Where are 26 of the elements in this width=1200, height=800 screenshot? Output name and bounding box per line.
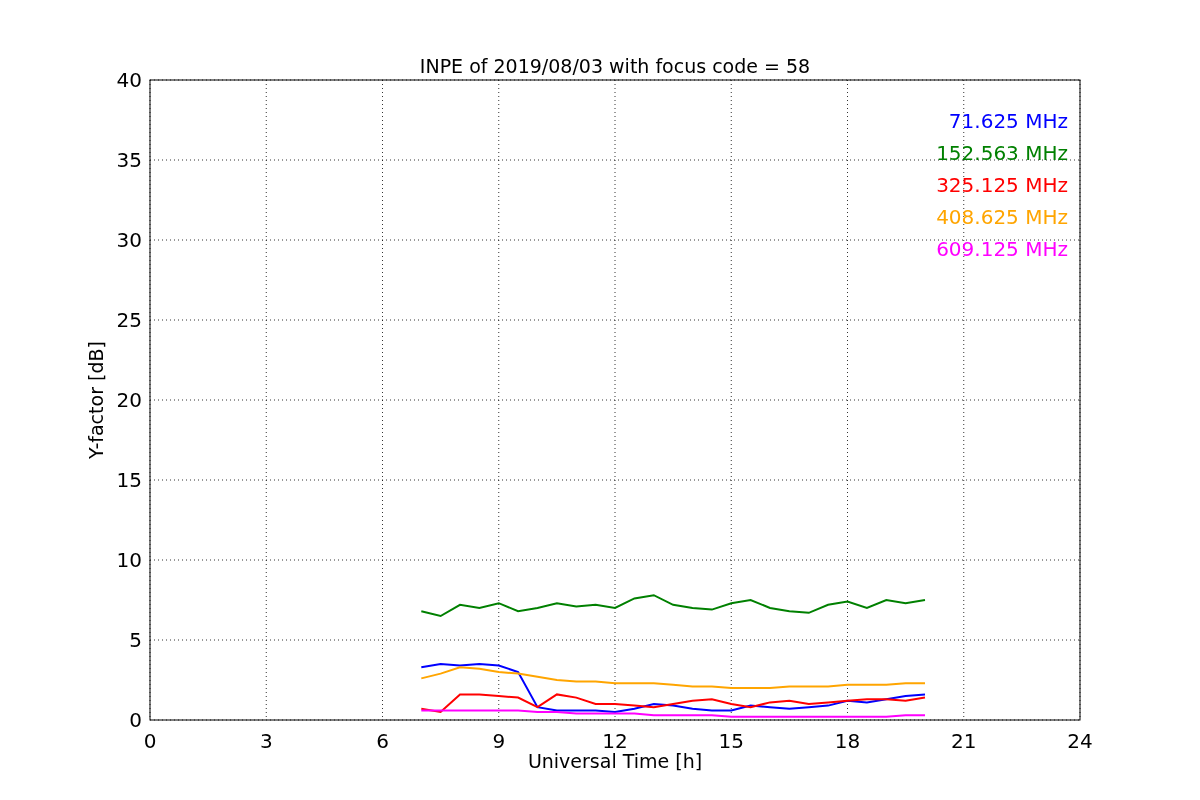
x-tick-label: 6 [376,729,389,753]
legend-label: 325.125 MHz [936,173,1068,197]
y-tick-label: 35 [116,148,142,172]
y-tick-label: 0 [129,708,142,732]
x-axis-title: Universal Time [h] [527,750,703,772]
y-tick-label: 40 [116,68,142,92]
x-tick-label: 24 [1067,729,1093,753]
x-tick-label: 3 [259,729,273,753]
y-tick-label: 20 [116,388,142,412]
x-tick-label: 0 [143,729,157,753]
y-tick-label: 30 [116,228,142,252]
y-tick-label: 25 [116,308,142,332]
legend-label: 408.625 MHz [936,205,1068,229]
x-tick-label: 18 [834,729,861,753]
legend-label: 152.563 MHz [936,141,1068,165]
chart-title: INPE of 2019/08/03 with focus code = 58 [419,55,811,77]
y-tick-label: 5 [129,628,142,652]
y-axis-title: Y-factor [dB] [85,341,107,459]
x-tick-label: 15 [718,729,744,753]
legend-label: 71.625 MHz [948,109,1068,133]
legend-label: 609.125 MHz [936,237,1068,261]
x-tick-label: 12 [602,729,628,753]
x-tick-label: 21 [951,729,977,753]
y-tick-label: 10 [116,548,142,572]
x-tick-label: 9 [492,729,506,753]
y-tick-label: 15 [116,468,142,492]
